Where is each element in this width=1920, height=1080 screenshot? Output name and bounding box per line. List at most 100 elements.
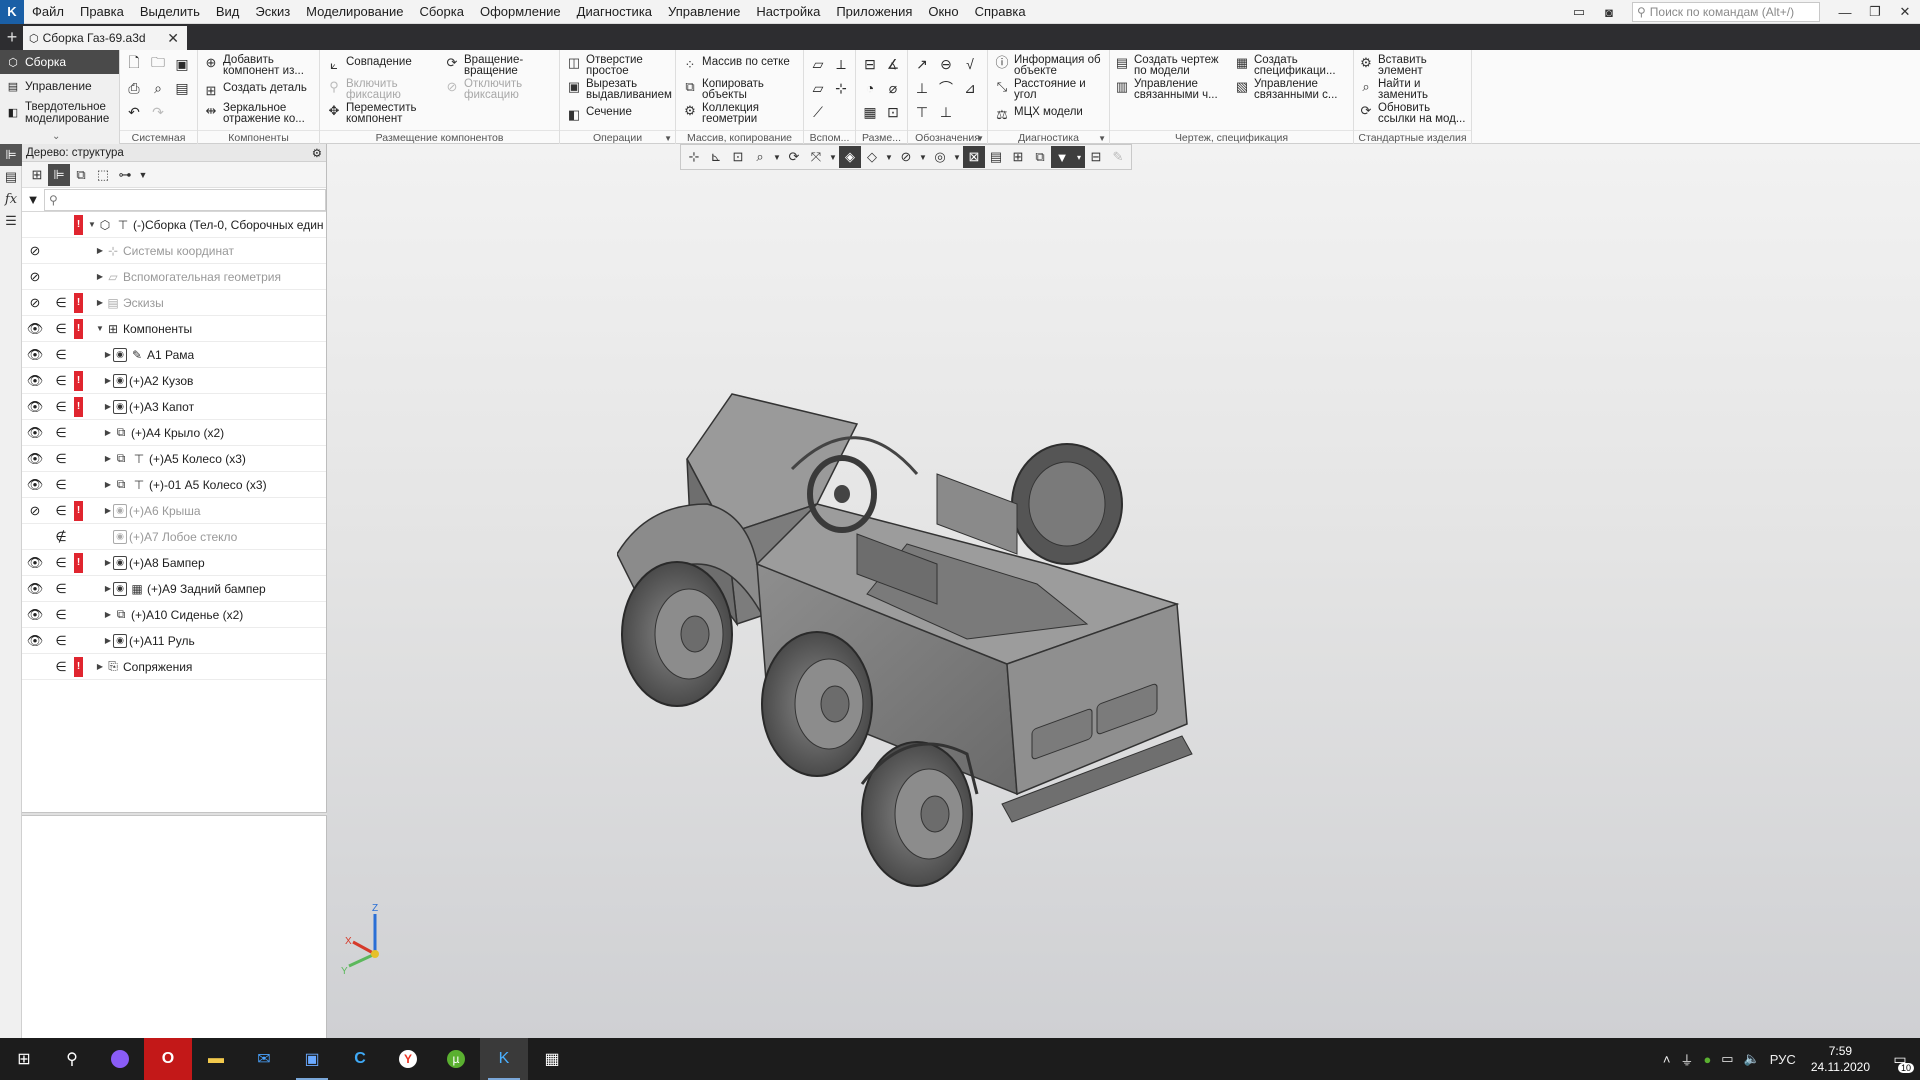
tree-row-component[interactable]: ∉ ◉ (+)А7 Лобое стекло xyxy=(22,524,326,550)
expand-arrow-icon[interactable]: ▶ xyxy=(103,402,113,411)
line-icon[interactable]: ⟋ xyxy=(808,102,828,122)
3d-model-gaz69[interactable] xyxy=(617,364,1317,924)
eye-icon[interactable]: 👁 xyxy=(22,446,48,472)
mail-icon[interactable]: ✉ xyxy=(240,1038,288,1080)
shaded-display-icon[interactable]: ◈ xyxy=(839,146,861,168)
tree-structure-icon[interactable]: ⊫ xyxy=(48,163,70,186)
menu-design[interactable]: Оформление xyxy=(472,0,569,24)
save-icon[interactable]: ▣ xyxy=(172,54,192,74)
include-icon[interactable]: ∈ xyxy=(48,628,74,654)
include-icon[interactable]: ∈ xyxy=(48,576,74,602)
tree-search-input[interactable] xyxy=(61,192,282,207)
3d-viewport[interactable]: ⊹ ⊾ ⊡ ⌕ ▼ ⟳ ⤧ ▼ ◈ ◇ ▼ ⊘ ▼ ◎ ▼ ⊠ ▤ ⊞ ⧉ ▼ … xyxy=(327,144,1920,1038)
menu-settings[interactable]: Настройка xyxy=(748,0,828,24)
expand-arrow-icon[interactable]: ▶ xyxy=(95,298,105,307)
preview-icon[interactable]: ⌕ xyxy=(148,78,168,98)
distance-angle-button[interactable]: ⤡ Расстояние и угол xyxy=(994,78,1108,101)
include-icon[interactable]: ∈ xyxy=(48,602,74,628)
normal-to-icon[interactable]: ⊡ xyxy=(727,146,749,168)
expand-arrow-icon[interactable]: ▶ xyxy=(103,506,113,515)
orient-view-icon[interactable]: ⊾ xyxy=(705,146,727,168)
base-icon[interactable]: ⊥ xyxy=(936,102,956,122)
hidden-eye-icon[interactable]: ⊘ xyxy=(22,238,48,264)
menu-modeling[interactable]: Моделирование xyxy=(298,0,411,24)
expand-arrow-icon[interactable]: ▶ xyxy=(95,246,105,255)
manage-linked-drawings-button[interactable]: ▥ Управление связанными ч... xyxy=(1114,78,1234,101)
new-document-icon[interactable]: 🗋 xyxy=(124,54,144,74)
chevron-up-icon[interactable]: ˄ xyxy=(1658,1052,1676,1067)
expand-group-icon[interactable]: ▼ xyxy=(1098,134,1106,143)
csys-icon[interactable]: ⊹ xyxy=(831,78,851,98)
create-spec-button[interactable]: ▦ Создать спецификаци... xyxy=(1234,54,1350,77)
eye-icon[interactable]: 👁 xyxy=(22,550,48,576)
tree-row-component[interactable]: ⊘ ∈ ! ▶ ◉ (+)А6 Крыша xyxy=(22,498,326,524)
selection-filter-icon[interactable]: ⊟ xyxy=(1085,146,1107,168)
include-icon[interactable]: ∈ xyxy=(48,368,74,394)
datum-icon[interactable]: ⊖ xyxy=(936,54,956,74)
menu-window[interactable]: Окно xyxy=(920,0,966,24)
move-component-button[interactable]: ✥ Переместить компонент xyxy=(326,102,438,125)
include-icon[interactable]: ∈ xyxy=(48,498,74,524)
tree-row-component[interactable]: 👁 ∈ ▶ ⧉ (+)А10 Сиденье (x2) xyxy=(22,602,326,628)
tolerance-icon[interactable]: ⊥ xyxy=(912,78,932,98)
tree-row-component[interactable]: 👁 ∈ ▶ ⧉ ⊤ (+)-01 А5 Колесо (x3) xyxy=(22,472,326,498)
tree-row-sketches[interactable]: ⊘ ∈ ! ▶ ▤ Эскизы xyxy=(22,290,326,316)
tree-row-component[interactable]: 👁 ∈ ! ▶ ◉ (+)А2 Кузов xyxy=(22,368,326,394)
expand-arrow-icon[interactable]: ▶ xyxy=(103,636,113,645)
zoom-icon[interactable]: ⌕ xyxy=(749,146,771,168)
weld-icon[interactable]: ⌒ xyxy=(936,78,956,98)
mode-solid[interactable]: ◧ Твердотельное моделирование xyxy=(0,98,119,128)
open-icon[interactable]: 🗀 xyxy=(148,54,168,74)
create-part-button[interactable]: ⊞ Создать деталь xyxy=(203,82,319,98)
perspective-icon[interactable]: ◎ xyxy=(929,146,951,168)
eye-icon[interactable]: 👁 xyxy=(22,472,48,498)
utorrent-icon[interactable]: µ xyxy=(432,1038,480,1080)
search-icon[interactable]: ⚲ xyxy=(48,1038,96,1080)
hidden-eye-icon[interactable]: ⊘ xyxy=(22,498,48,524)
tree-row-aux-geometry[interactable]: ⊘ ▶ ⏥ Вспомогательная геометрия xyxy=(22,264,326,290)
tree-row-mates[interactable]: ∈ ! ▶ ⎘ Сопряжения xyxy=(22,654,326,680)
find-replace-button[interactable]: ⌕ Найти и заменить xyxy=(1358,78,1470,101)
layout-icon[interactable]: ▭ xyxy=(1564,0,1594,24)
include-icon[interactable]: ∈ xyxy=(48,316,74,342)
grid-pattern-button[interactable]: ⁘ Массив по сетке xyxy=(682,56,802,72)
notification-center-icon[interactable]: ▭ 10 xyxy=(1880,1038,1920,1080)
tree-search[interactable]: ⚲ xyxy=(44,188,326,211)
gear-icon[interactable]: ⚙ xyxy=(312,146,322,160)
section-view-icon[interactable]: ⊠ xyxy=(963,146,985,168)
mode-management[interactable]: ▤ Управление xyxy=(0,74,119,98)
app-logo-icon[interactable]: K xyxy=(0,0,24,24)
tree-row-root[interactable]: ! ▼ ⬡ ⊤ (-)Сборка (Тел-0, Сборочных един xyxy=(22,212,326,238)
yandex-browser-icon[interactable]: Y xyxy=(384,1038,432,1080)
expand-arrow-icon[interactable]: ▶ xyxy=(103,376,113,385)
menu-sketch[interactable]: Эскиз xyxy=(247,0,298,24)
chevron-down-icon[interactable]: ▼ xyxy=(883,146,895,168)
tree-row-coordinate-systems[interactable]: ⊘ ▶ ⊹ Системы координат xyxy=(22,238,326,264)
tree-row-component[interactable]: 👁 ∈ ! ▶ ◉ (+)А3 Капот xyxy=(22,394,326,420)
rotate-view-icon[interactable]: ⟳ xyxy=(783,146,805,168)
eye-icon[interactable]: 👁 xyxy=(22,368,48,394)
eye-icon[interactable]: 👁 xyxy=(22,576,48,602)
object-info-button[interactable]: ⓘ Информация об объекте xyxy=(994,54,1108,77)
ccleaner-icon[interactable]: C xyxy=(336,1038,384,1080)
expand-arrow-icon[interactable]: ▶ xyxy=(103,558,113,567)
expand-arrow-icon[interactable]: ▶ xyxy=(103,480,113,489)
expand-group-icon[interactable]: ▼ xyxy=(976,134,984,143)
diameter-dim-icon[interactable]: ⌀ xyxy=(883,78,903,98)
chevron-down-icon[interactable]: ▼ xyxy=(951,146,963,168)
insert-element-button[interactable]: ⚙ Вставить элемент xyxy=(1358,54,1470,77)
tree-build-order-icon[interactable]: ⊞ xyxy=(26,164,48,186)
tree-row-component[interactable]: 👁 ∈ ▶ ⧉ (+)А4 Крыло (x2) xyxy=(22,420,326,446)
minimize-button[interactable]: — xyxy=(1830,0,1860,24)
plane-offset-icon[interactable]: ▱ xyxy=(808,78,828,98)
dim-auto-icon[interactable]: ⊡ xyxy=(883,102,903,122)
radius-dim-icon[interactable]: ◔ xyxy=(860,78,880,98)
eye-icon[interactable]: 👁 xyxy=(22,420,48,446)
eye-icon[interactable]: 👁 xyxy=(22,602,48,628)
alice-icon[interactable] xyxy=(96,1038,144,1080)
close-tab-icon[interactable]: ✕ xyxy=(167,30,179,47)
menu-apps[interactable]: Приложения xyxy=(828,0,920,24)
expand-arrow-icon[interactable]: ▶ xyxy=(95,272,105,281)
leader-icon[interactable]: ↗ xyxy=(912,54,932,74)
menu-edit[interactable]: Правка xyxy=(72,0,132,24)
